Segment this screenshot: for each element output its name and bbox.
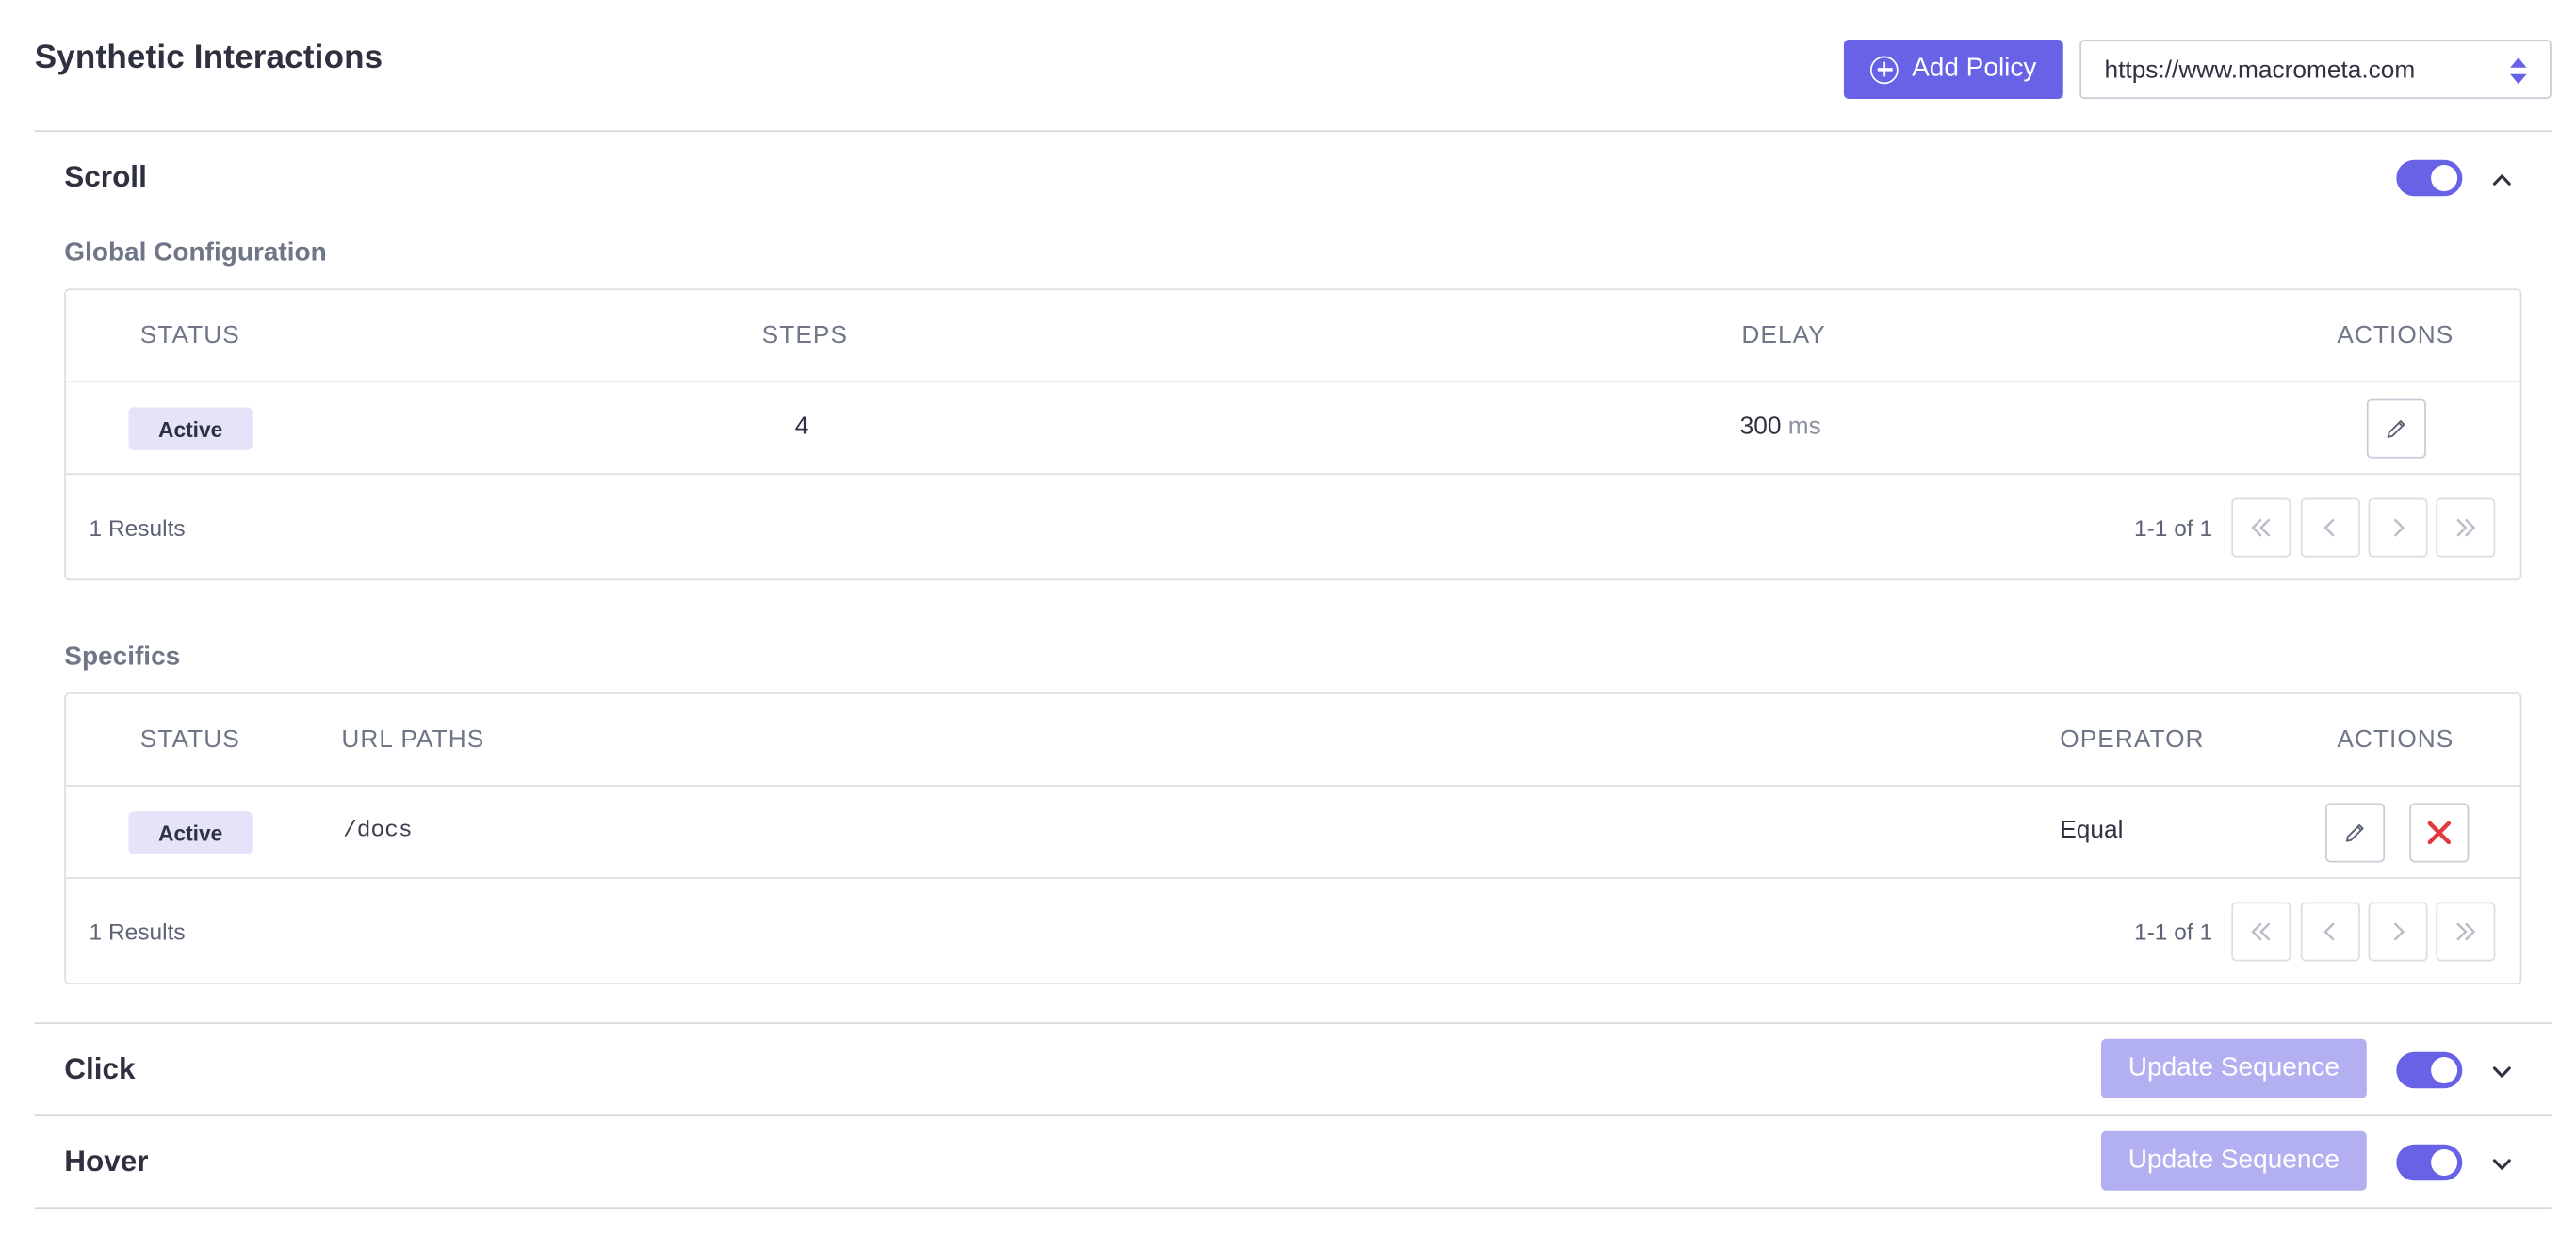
sort-arrows-icon (2510, 57, 2527, 87)
section-title-scroll: Scroll (64, 159, 147, 193)
next-page-button[interactable] (2368, 497, 2428, 558)
click-toggle[interactable] (2396, 1051, 2463, 1089)
url-path-value: /docs (343, 818, 413, 845)
pencil-icon (2345, 823, 2364, 842)
section-title-hover: Hover (64, 1144, 149, 1178)
table-row: Active /docs Equal (66, 787, 2520, 879)
divider (34, 1114, 2552, 1117)
column-actions: ACTIONS (2337, 725, 2454, 754)
delete-button[interactable] (2409, 803, 2470, 863)
section-title-click: Click (64, 1051, 136, 1085)
url-select-value: https://www.macrometa.com (2104, 55, 2416, 84)
pencil-icon (2387, 420, 2405, 438)
edit-button[interactable] (2366, 398, 2426, 459)
edit-button[interactable] (2325, 803, 2386, 863)
double-chevron-right-icon (2456, 518, 2476, 537)
add-policy-label: Add Policy (1912, 54, 2037, 83)
page-title: Synthetic Interactions (34, 40, 383, 76)
close-icon (2427, 821, 2452, 845)
status-badge: Active (128, 407, 253, 450)
hover-toggle[interactable] (2396, 1144, 2463, 1181)
chevron-right-icon (2393, 518, 2405, 537)
table-header: STATUS URL PATHS OPERATOR ACTIONS (66, 694, 2520, 787)
chevron-up-icon[interactable] (2492, 169, 2512, 188)
status-badge: Active (128, 811, 253, 854)
column-status: STATUS (139, 725, 240, 754)
global-configuration-title: Global Configuration (64, 238, 327, 268)
global-configuration-table: STATUS STEPS DELAY ACTIONS Active 4 300 … (64, 288, 2522, 581)
first-page-button[interactable] (2231, 497, 2291, 558)
table-header: STATUS STEPS DELAY ACTIONS (66, 290, 2520, 383)
column-delay: DELAY (1741, 321, 1826, 350)
results-count: 1 Results (89, 514, 186, 542)
page-range: 1-1 of 1 (2134, 918, 2213, 945)
next-page-button[interactable] (2368, 902, 2428, 962)
divider (34, 1207, 2552, 1210)
prev-page-button[interactable] (2300, 497, 2360, 558)
table-footer: 1 Results 1-1 of 1 (66, 475, 2520, 580)
steps-value: 4 (794, 412, 809, 441)
specifics-table: STATUS URL PATHS OPERATOR ACTIONS Active… (64, 692, 2522, 984)
url-select[interactable]: https://www.macrometa.com (2079, 40, 2552, 100)
first-page-button[interactable] (2231, 902, 2291, 962)
plus-circle-icon (1870, 55, 1899, 84)
delay-unit: ms (1787, 412, 1821, 441)
divider (34, 130, 2552, 133)
column-operator: OPERATOR (2060, 725, 2205, 754)
column-status: STATUS (139, 321, 240, 350)
chevron-down-icon[interactable] (2492, 1153, 2512, 1173)
chevron-left-icon (2323, 518, 2335, 537)
chevron-down-icon[interactable] (2492, 1061, 2512, 1081)
double-chevron-left-icon (2251, 518, 2271, 537)
column-url-paths: URL PATHS (341, 725, 485, 754)
delay-value: 300 (1739, 412, 1782, 441)
prev-page-button[interactable] (2300, 902, 2360, 962)
hover-update-sequence-button[interactable]: Update Sequence (2101, 1130, 2367, 1191)
table-row: Active 4 300 ms (66, 382, 2520, 476)
divider (34, 1022, 2552, 1024)
last-page-button[interactable] (2436, 497, 2496, 558)
delay-cell: 300 ms (1740, 413, 1821, 441)
column-actions: ACTIONS (2337, 321, 2454, 350)
table-footer: 1 Results 1-1 of 1 (66, 879, 2520, 984)
specifics-title: Specifics (64, 642, 181, 672)
synthetic-interactions-page: Synthetic Interactions Add Policy https:… (0, 0, 2576, 1236)
results-count: 1 Results (89, 918, 186, 945)
chevron-left-icon (2323, 922, 2335, 941)
chevron-right-icon (2393, 922, 2405, 941)
add-policy-button[interactable]: Add Policy (1843, 40, 2063, 100)
double-chevron-right-icon (2456, 922, 2476, 941)
page-range: 1-1 of 1 (2134, 514, 2213, 542)
last-page-button[interactable] (2436, 902, 2496, 962)
scroll-toggle[interactable] (2396, 159, 2463, 197)
operator-value: Equal (2060, 816, 2124, 845)
double-chevron-left-icon (2251, 922, 2271, 941)
column-steps: STEPS (761, 321, 849, 350)
click-update-sequence-button[interactable]: Update Sequence (2101, 1038, 2367, 1098)
page-header: Synthetic Interactions Add Policy https:… (35, 33, 2552, 129)
